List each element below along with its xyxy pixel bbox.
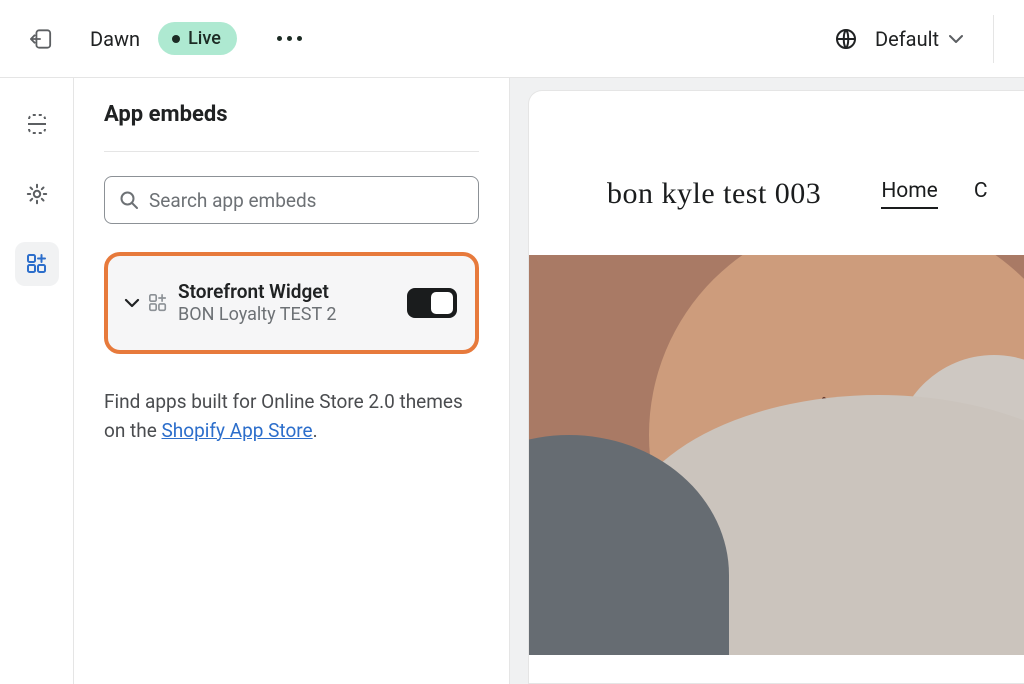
- app-embed-card: Storefront Widget BON Loyalty TEST 2: [104, 252, 479, 354]
- chevron-down-icon[interactable]: [949, 29, 963, 48]
- locale-selector[interactable]: Default: [875, 27, 939, 51]
- expand-button[interactable]: [124, 297, 140, 309]
- side-panel: App embeds Search app embeds St: [74, 78, 510, 684]
- search-input[interactable]: Search app embeds: [104, 176, 479, 224]
- app-store-link[interactable]: Shopify App Store: [162, 419, 313, 442]
- status-badge-label: Live: [188, 28, 221, 49]
- top-bar: Dawn Live Default: [0, 0, 1024, 78]
- helper-text: Find apps built for Online Store 2.0 the…: [104, 388, 479, 445]
- nav-next[interactable]: C: [974, 179, 988, 209]
- search-placeholder: Search app embeds: [149, 189, 316, 212]
- embed-subtitle: BON Loyalty TEST 2: [178, 304, 407, 327]
- panel-title: App embeds: [104, 102, 479, 152]
- side-rail: [0, 78, 74, 684]
- toggle-knob: [431, 292, 453, 314]
- embed-toggle[interactable]: [407, 288, 457, 318]
- exit-icon[interactable]: [30, 28, 52, 50]
- status-dot-icon: [172, 35, 180, 43]
- main-area: App embeds Search app embeds St: [0, 78, 1024, 684]
- store-header: bon kyle test 003 Home C: [529, 137, 1024, 251]
- rail-item-sections[interactable]: [15, 102, 59, 146]
- helper-suffix: .: [313, 419, 318, 442]
- status-badge: Live: [158, 22, 237, 55]
- preview-pane: bon kyle test 003 Home C: [510, 78, 1024, 684]
- nav-home[interactable]: Home: [881, 179, 938, 209]
- globe-icon: [835, 28, 857, 50]
- topbar-divider: [993, 15, 994, 63]
- app-grid-icon: [148, 293, 168, 313]
- rail-item-app-embeds[interactable]: [15, 242, 59, 286]
- search-icon: [119, 190, 139, 210]
- theme-name[interactable]: Dawn: [90, 27, 140, 51]
- rail-item-settings[interactable]: [15, 172, 59, 216]
- hero-image: [529, 255, 1024, 655]
- store-nav: Home C: [881, 179, 987, 209]
- embed-title: Storefront Widget: [178, 280, 407, 304]
- store-title[interactable]: bon kyle test 003: [607, 177, 821, 211]
- more-actions-button[interactable]: [277, 36, 302, 41]
- preview-frame: bon kyle test 003 Home C: [528, 90, 1024, 684]
